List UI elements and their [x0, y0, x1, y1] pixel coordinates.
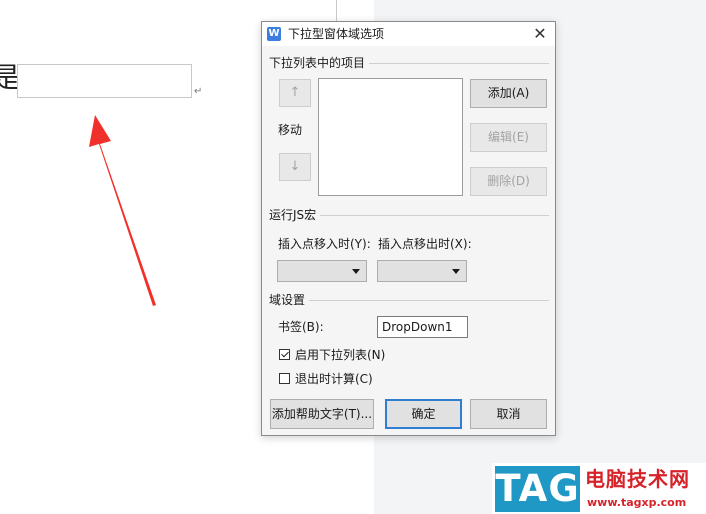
arrow-down-icon: ↓ — [289, 159, 301, 174]
field-settings-section-label: 域设置 — [269, 293, 310, 307]
ok-button[interactable]: 确定 — [385, 399, 462, 429]
cancel-button[interactable]: 取消 — [470, 399, 547, 429]
section-divider — [269, 300, 549, 301]
js-macro-section: 运行JS宏 — [269, 208, 549, 222]
checkmark-icon — [281, 349, 289, 358]
arrow-up-icon: ↑ — [289, 85, 301, 100]
tag-logo-badge: TAG — [495, 466, 580, 512]
arrow-shape — [89, 115, 156, 306]
entry-macro-select[interactable] — [277, 260, 367, 282]
wps-writer-icon: W — [267, 27, 281, 41]
move-label: 移动 — [278, 123, 303, 137]
dropdown-caret-icon — [352, 269, 360, 274]
field-settings-section: 域设置 — [269, 293, 549, 307]
add-help-text-button[interactable]: 添加帮助文字(T)... — [270, 399, 374, 429]
delete-button[interactable]: 删除(D) — [470, 167, 547, 196]
move-down-button[interactable]: ↓ — [279, 153, 311, 181]
list-items-section-label: 下拉列表中的项目 — [269, 56, 370, 70]
dropdown-items-list[interactable] — [318, 78, 463, 196]
calc-on-exit-label[interactable]: 退出时计算(C) — [295, 372, 373, 386]
add-button[interactable]: 添加(A) — [470, 79, 547, 108]
entry-macro-label: 插入点移入时(Y): — [278, 237, 371, 251]
bookmark-label: 书签(B): — [278, 320, 324, 334]
dropdown-options-dialog: W 下拉型窗体域选项 ✕ 下拉列表中的项目 ↑ 移动 ↓ 添加(A) 编辑(E)… — [261, 21, 556, 436]
js-macro-section-label: 运行JS宏 — [269, 208, 321, 222]
exit-macro-label: 插入点移出时(X): — [378, 237, 472, 251]
watermark-url: www.tagxp.com — [587, 496, 687, 509]
enable-dropdown-label[interactable]: 启用下拉列表(N) — [295, 348, 385, 362]
exit-macro-select[interactable] — [377, 260, 467, 282]
site-watermark: TAG 电脑技术网 www.tagxp.com — [492, 463, 706, 514]
move-up-button[interactable]: ↑ — [279, 79, 311, 107]
calc-on-exit-checkbox[interactable] — [279, 373, 290, 384]
dropdown-caret-icon — [452, 269, 460, 274]
dialog-titlebar[interactable]: W 下拉型窗体域选项 ✕ — [262, 22, 555, 46]
enable-dropdown-checkbox[interactable] — [279, 349, 290, 360]
list-items-section: 下拉列表中的项目 — [269, 56, 549, 70]
watermark-site-name: 电脑技术网 — [585, 467, 690, 491]
edit-button[interactable]: 编辑(E) — [470, 123, 547, 152]
close-button[interactable]: ✕ — [527, 23, 553, 45]
dialog-title: 下拉型窗体域选项 — [288, 27, 385, 41]
bookmark-input[interactable]: DropDown1 — [377, 316, 468, 338]
